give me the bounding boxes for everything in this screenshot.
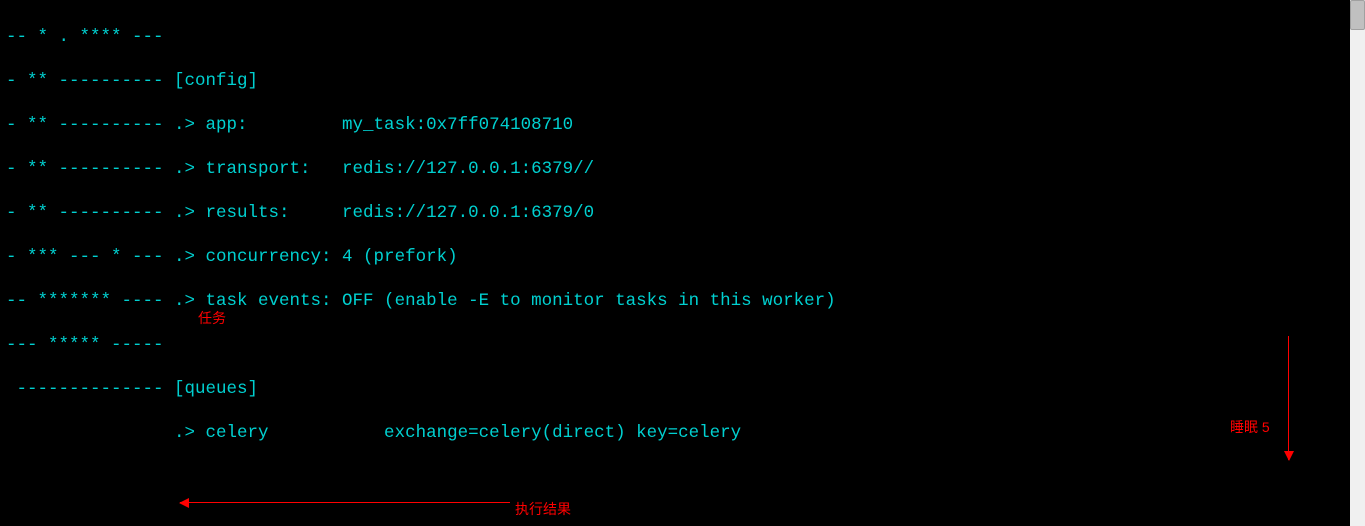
banner-queues-label: -------------- [queues]	[6, 378, 1344, 400]
banner-config-label: - ** ---------- [config]	[6, 70, 1344, 92]
scrollbar-thumb[interactable]	[1350, 0, 1365, 30]
queue-celery: .> celery exchange=celery(direct) key=ce…	[6, 422, 1344, 444]
config-app: - ** ---------- .> app: my_task:0x7ff074…	[6, 114, 1344, 136]
config-task-events: -- ******* ---- .> task events: OFF (ena…	[6, 290, 1344, 312]
scrollbar-track[interactable]	[1350, 0, 1365, 526]
config-results: - ** ---------- .> results: redis://127.…	[6, 202, 1344, 224]
banner-line: -- * . **** ---	[6, 26, 1344, 48]
banner-line: --- ***** -----	[6, 334, 1344, 356]
blank-line	[6, 466, 1344, 488]
blank-line	[6, 510, 1344, 526]
terminal-output[interactable]: -- * . **** --- - ** ---------- [config]…	[0, 0, 1350, 526]
config-transport: - ** ---------- .> transport: redis://12…	[6, 158, 1344, 180]
config-concurrency: - *** --- * --- .> concurrency: 4 (prefo…	[6, 246, 1344, 268]
